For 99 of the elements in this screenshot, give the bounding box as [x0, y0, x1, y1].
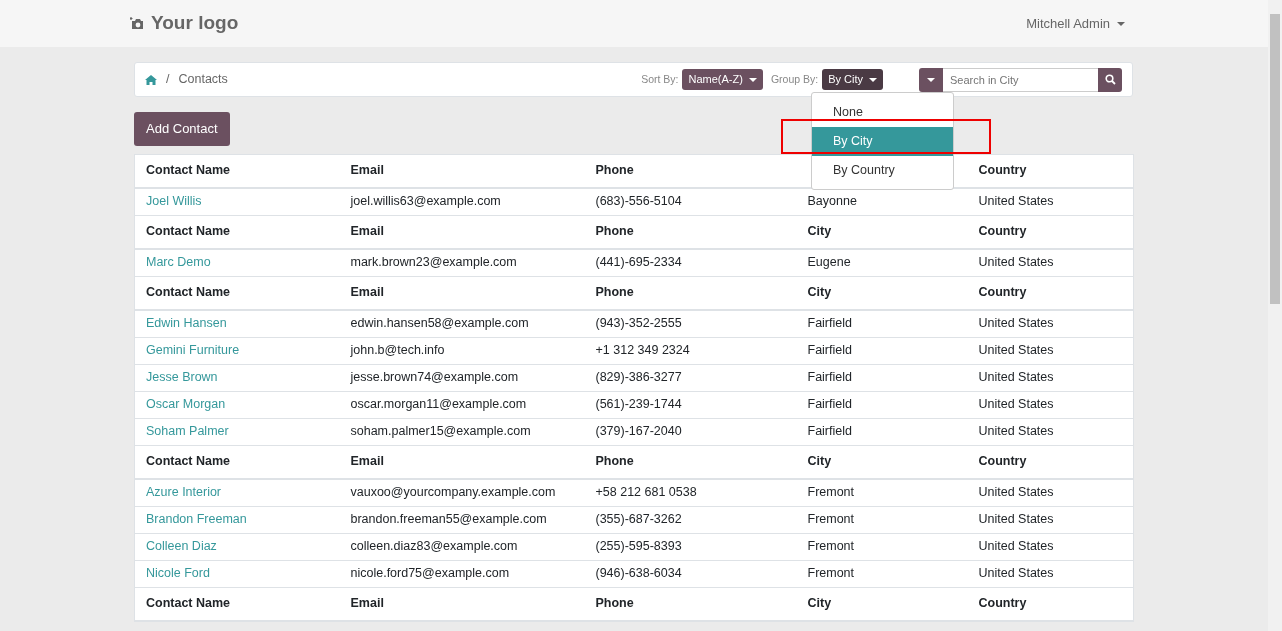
dropdown-item[interactable]: None: [812, 98, 953, 127]
table-cell: Fremont: [807, 512, 855, 527]
table-cell: United States: [978, 343, 1054, 358]
column-header: Email: [339, 276, 585, 310]
contact-link[interactable]: Soham Palmer: [146, 424, 229, 439]
group-label: Group By:: [770, 71, 819, 87]
table-cell: Eugene: [807, 255, 851, 270]
column-header: City: [796, 445, 968, 479]
table-cell: Fairfield: [807, 343, 852, 358]
column-header: Contact Name: [134, 154, 340, 188]
contact-link[interactable]: Oscar Morgan: [146, 397, 226, 412]
sort-dropdown[interactable]: Name(A-Z): [682, 69, 763, 90]
table-cell: Fairfield: [807, 424, 852, 439]
table-cell: john.b@tech.info: [350, 343, 445, 358]
contact-link[interactable]: Joel Willis: [146, 194, 202, 209]
table-cell: vauxoo@yourcompany.example.com: [350, 485, 556, 500]
table-cell: United States: [978, 316, 1054, 331]
column-header: Country: [967, 445, 1134, 479]
contact-link[interactable]: Brandon Freeman: [146, 512, 247, 527]
table-cell: Fairfield: [807, 316, 852, 331]
table-cell: brandon.freeman55@example.com: [350, 512, 547, 527]
column-header: Phone: [584, 154, 797, 188]
column-header: Phone: [584, 215, 797, 249]
search-button[interactable]: [1098, 67, 1122, 92]
table-cell: United States: [978, 424, 1054, 439]
search-field[interactable]: Search in City: [943, 67, 1098, 92]
column-header: Email: [339, 587, 585, 621]
camera-icon: [130, 16, 145, 31]
table-cell: +58 212 681 0538: [595, 485, 697, 500]
scrollbar-thumb[interactable]: [1270, 14, 1280, 304]
contact-link[interactable]: Edwin Hansen: [146, 316, 227, 331]
column-header: Contact Name: [134, 587, 340, 621]
table-cell: United States: [978, 194, 1054, 209]
column-header: Contact Name: [134, 215, 340, 249]
column-header: Country: [967, 276, 1134, 310]
table-cell: United States: [978, 485, 1054, 500]
table-cell: jesse.brown74@example.com: [350, 370, 519, 385]
table-cell: United States: [978, 566, 1054, 581]
user-menu[interactable]: Mitchell Admin: [1026, 13, 1125, 34]
table-cell: (943)-352-2555: [595, 316, 682, 331]
table-cell: (355)-687-3262: [595, 512, 682, 527]
table-cell: Fairfield: [807, 397, 852, 412]
contact-link[interactable]: Azure Interior: [146, 485, 222, 500]
contact-link[interactable]: Colleen Diaz: [146, 539, 217, 554]
column-header: City: [796, 215, 968, 249]
search-icon: [1104, 74, 1116, 85]
scrollbar[interactable]: [1268, 0, 1282, 631]
table-cell: edwin.hansen58@example.com: [350, 316, 529, 331]
dropdown-item[interactable]: By Country: [812, 155, 953, 185]
column-header: Contact Name: [134, 276, 340, 310]
column-header: Country: [967, 154, 1134, 188]
column-header: Email: [339, 154, 585, 188]
table-cell: United States: [978, 512, 1054, 527]
contact-link[interactable]: Jesse Brown: [146, 370, 218, 385]
table-cell: Fremont: [807, 566, 855, 581]
add-contact-button[interactable]: Add Contact: [134, 112, 230, 146]
table-cell: (946)-638-6034: [595, 566, 682, 581]
table-cell: Fremont: [807, 485, 855, 500]
logo-text[interactable]: Your logo: [151, 9, 239, 38]
table-cell: (441)-695-2334: [595, 255, 682, 270]
table-cell: soham.palmer15@example.com: [350, 424, 531, 439]
table-cell: Bayonne: [807, 194, 857, 209]
contact-link[interactable]: Nicole Ford: [146, 566, 210, 581]
column-header: City: [796, 276, 968, 310]
table-cell: United States: [978, 370, 1054, 385]
table-cell: United States: [978, 255, 1054, 270]
table-cell: mark.brown23@example.com: [350, 255, 517, 270]
column-header: City: [796, 587, 968, 621]
sort-label: Sort By:: [641, 71, 679, 87]
table-cell: United States: [978, 397, 1054, 412]
column-header: Contact Name: [134, 445, 340, 479]
contact-link[interactable]: Marc Demo: [146, 255, 211, 270]
column-header: Country: [967, 215, 1134, 249]
table-cell: United States: [978, 539, 1054, 554]
table-cell: (561)-239-1744: [595, 397, 682, 412]
table-cell: Fremont: [807, 539, 855, 554]
contact-link[interactable]: Gemini Furniture: [146, 343, 240, 358]
column-header: Email: [339, 215, 585, 249]
breadcrumb-separator: /: [166, 71, 170, 89]
table-cell: nicole.ford75@example.com: [350, 566, 510, 581]
dropdown-item[interactable]: By City: [812, 126, 953, 156]
table-cell: (683)-556-5104: [595, 194, 682, 209]
column-header: Phone: [584, 276, 797, 310]
home-icon[interactable]: [145, 74, 157, 85]
table-cell: (829)-386-3277: [595, 370, 682, 385]
breadcrumb-current: Contacts: [178, 71, 228, 89]
group-dropdown[interactable]: By City: [822, 69, 883, 90]
table-cell: (255)-595-8393: [595, 539, 682, 554]
table-cell: Fairfield: [807, 370, 852, 385]
column-header: Country: [967, 587, 1134, 621]
table-cell: colleen.diaz83@example.com: [350, 539, 518, 554]
table-cell: oscar.morgan11@example.com: [350, 397, 527, 412]
table-cell: (379)-167-2040: [595, 424, 682, 439]
column-header: Phone: [584, 587, 797, 621]
column-header: Email: [339, 445, 585, 479]
filter-dropdown[interactable]: [919, 67, 943, 92]
column-header: Phone: [584, 445, 797, 479]
table-cell: +1 312 349 2324: [595, 343, 690, 358]
table-cell: joel.willis63@example.com: [350, 194, 501, 209]
